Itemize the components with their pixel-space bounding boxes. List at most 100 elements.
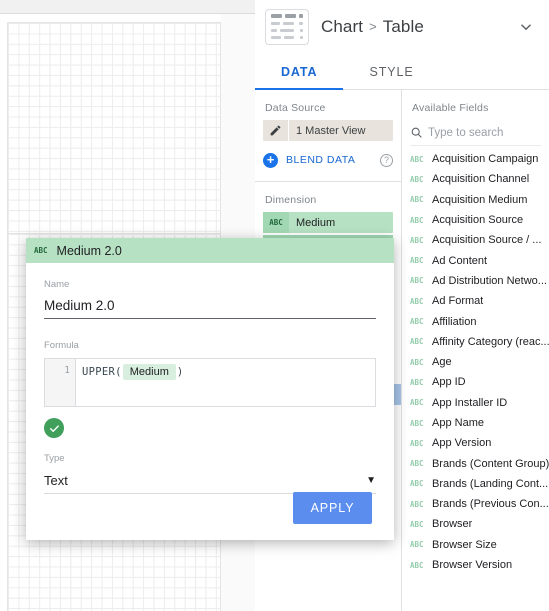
formula-function-suffix: ) <box>176 365 184 378</box>
field-type-badge: ABC <box>410 215 424 225</box>
dialog-footer: APPLY <box>26 476 394 540</box>
field-list-item[interactable]: ABC Acquisition Source <box>402 210 549 230</box>
blend-data-row[interactable]: + BLEND DATA ? <box>263 150 393 170</box>
field-name-label: Browser Size <box>432 538 497 551</box>
field-type-badge: ABC <box>410 438 424 448</box>
field-list-item[interactable]: ABC Ad Content <box>402 250 549 270</box>
dimension-section-label: Dimension <box>265 194 317 206</box>
name-input[interactable] <box>44 293 376 319</box>
field-type-badge: ABC <box>410 540 424 550</box>
field-list-item[interactable]: ABC Brands (Previous Con... <box>402 494 549 514</box>
apply-button[interactable]: APPLY <box>293 492 372 524</box>
name-field-label: Name <box>44 279 70 290</box>
field-name-label: Browser Version <box>432 559 513 572</box>
available-fields-section-label: Available Fields <box>412 102 489 114</box>
formula-function-prefix: UPPER( <box>82 365 122 378</box>
data-source-section-label: Data Source <box>265 102 326 114</box>
field-type-badge: ABC <box>410 357 424 367</box>
field-list-item[interactable]: ABC Browser Size <box>402 535 549 555</box>
field-search-row[interactable] <box>410 120 549 146</box>
breadcrumb-separator: > <box>369 19 377 34</box>
breadcrumb-primary: Chart <box>321 16 364 36</box>
field-type-badge: ABC <box>410 519 424 529</box>
field-list-item[interactable]: ABC Acquisition Source / ... <box>402 230 549 250</box>
field-name-label: Age <box>432 356 452 369</box>
type-field-label: Type <box>44 453 65 464</box>
field-type-badge: ABC <box>410 398 424 408</box>
field-type-badge: ABC <box>410 479 424 489</box>
tab-style-label: STYLE <box>369 64 414 79</box>
check-circle-icon <box>44 418 64 438</box>
field-type-badge: ABC <box>410 499 424 509</box>
field-name-label: App ID <box>432 376 466 389</box>
panel-header: Chart > Table <box>255 0 549 53</box>
field-type-badge: ABC <box>410 459 424 469</box>
dialog-header: ABC Medium 2.0 <box>26 238 394 263</box>
field-list-item[interactable]: ABC Affinity Category (reac... <box>402 332 549 352</box>
field-type-badge: ABC <box>410 276 424 286</box>
field-list-item[interactable]: ABC Acquisition Campaign <box>402 149 549 169</box>
field-type-badge: ABC <box>410 174 424 184</box>
available-fields-list[interactable]: ABC Acquisition Campaign ABC Acquisition Ch… <box>402 149 549 575</box>
field-name-label: Brands (Previous Con... <box>432 498 549 511</box>
pencil-icon[interactable] <box>263 120 289 141</box>
canvas-toolbar-strip <box>0 0 255 14</box>
formula-code-line[interactable]: UPPER( Medium ) <box>76 359 375 380</box>
app-root: Chart > Table DATA STYLE Data Source 1 M… <box>0 0 549 611</box>
panel-tabs: DATA STYLE <box>255 53 549 91</box>
canvas-page-grid[interactable] <box>7 22 221 234</box>
tab-data[interactable]: DATA <box>255 53 344 91</box>
field-list-item[interactable]: ABC Age <box>402 352 549 372</box>
field-list-item[interactable]: ABC App Name <box>402 413 549 433</box>
help-circle-icon[interactable]: ? <box>380 153 393 167</box>
field-name-label: Ad Format <box>432 295 484 308</box>
formula-field-chip[interactable]: Medium <box>122 363 176 380</box>
field-name-label: App Name <box>432 417 484 429</box>
field-type-badge: ABC <box>410 337 424 347</box>
field-name-label: App Version <box>432 437 492 450</box>
field-list-item[interactable]: ABC App ID <box>402 372 549 392</box>
field-list-item[interactable]: ABC Browser <box>402 514 549 534</box>
table-chart-icon[interactable] <box>265 8 309 45</box>
formula-editor[interactable]: 1 UPPER( Medium ) <box>44 358 376 407</box>
field-name-label: Brands (Content Group) <box>431 457 549 470</box>
field-list-item[interactable]: ABC Ad Format <box>402 291 549 311</box>
field-list-item[interactable]: ABC App Version <box>402 433 549 453</box>
field-type-badge: ABC <box>410 296 424 306</box>
field-name-label: Ad Content <box>432 254 488 267</box>
formula-field-label: Formula <box>44 340 79 351</box>
field-name-label: App Installer ID <box>432 396 508 409</box>
field-list-item[interactable]: ABC Brands (Content Group) <box>402 453 549 473</box>
field-list-item[interactable]: ABC Affiliation <box>402 311 549 331</box>
calculated-field-dialog: ABC Medium 2.0 Name Formula 1 UPPER( Med… <box>26 238 394 540</box>
field-name-label: Browser <box>432 518 473 531</box>
field-name-label: Affinity Category (reac... <box>431 335 549 348</box>
dimension-chip-medium[interactable]: ABC Medium <box>263 212 393 233</box>
field-type-badge: ABC <box>410 154 424 164</box>
field-name-label: Acquisition Source <box>432 214 524 227</box>
field-type-badge: ABC <box>410 418 424 428</box>
field-list-item[interactable]: ABC Browser Version <box>402 555 549 575</box>
field-name-label: Acquisition Source / ... <box>432 234 542 247</box>
dimension-chip-label: Medium <box>296 216 336 229</box>
field-name-label: Acquisition Campaign <box>432 153 539 166</box>
available-fields-column: Available Fields ABC Acquisition Campaign… <box>402 90 549 611</box>
blend-data-label: BLEND DATA <box>286 154 356 166</box>
field-name-label: Ad Distribution Netwo... <box>432 274 547 287</box>
field-list-item[interactable]: ABC Brands (Landing Cont... <box>402 474 549 494</box>
field-name-label: Affiliation <box>432 315 477 328</box>
data-source-row[interactable]: 1 Master View <box>263 120 393 141</box>
field-type-badge: ABC <box>410 317 424 327</box>
field-name-label: Acquisition Medium <box>432 193 528 206</box>
field-list-item[interactable]: ABC App Installer ID <box>402 393 549 413</box>
search-input[interactable] <box>423 126 549 139</box>
tab-style[interactable]: STYLE <box>343 53 439 90</box>
field-name-label: Brands (Landing Cont... <box>432 477 549 490</box>
field-list-item[interactable]: ABC Acquisition Medium <box>402 190 549 210</box>
tab-data-label: DATA <box>281 64 318 79</box>
field-type-badge: ABC <box>263 212 289 233</box>
field-list-item[interactable]: ABC Acquisition Channel <box>402 169 549 189</box>
field-list-item[interactable]: ABC Ad Distribution Netwo... <box>402 271 549 291</box>
chevron-down-icon[interactable] <box>513 14 539 40</box>
breadcrumb-secondary: Table <box>382 16 424 36</box>
